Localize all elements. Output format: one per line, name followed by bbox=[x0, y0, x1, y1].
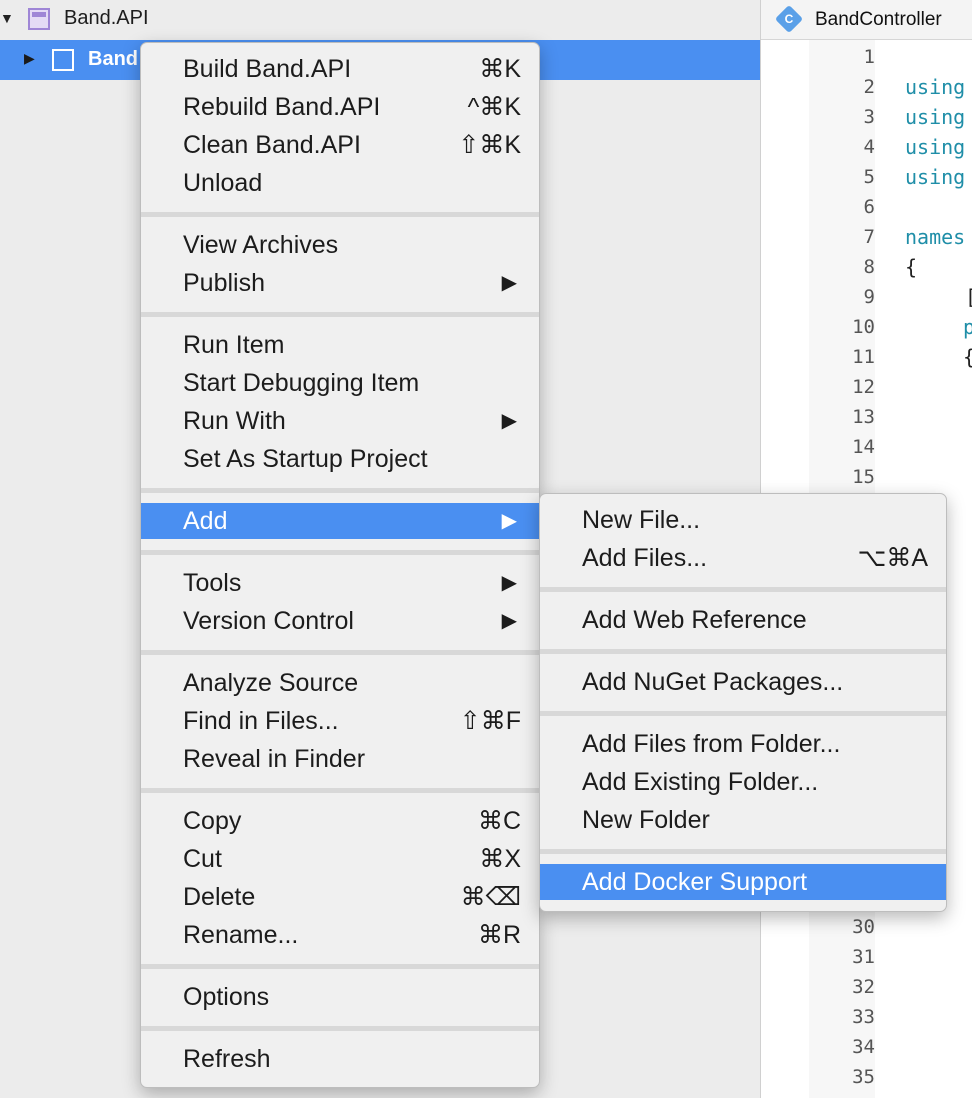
shortcut: ⇧⌘F bbox=[459, 707, 521, 735]
menu-item-unload[interactable]: Unload bbox=[141, 165, 539, 201]
submenu-item-new-folder[interactable]: New Folder bbox=[540, 802, 946, 838]
shortcut: ⌘X bbox=[479, 845, 521, 873]
menu-item-copy[interactable]: Copy ⌘C bbox=[141, 803, 539, 839]
shortcut: ⌘⌫ bbox=[460, 883, 521, 911]
menu-item-analyze-source[interactable]: Analyze Source bbox=[141, 665, 539, 701]
menu-item-run-item[interactable]: Run Item bbox=[141, 327, 539, 363]
line-number: 6 bbox=[863, 196, 875, 218]
menu-item-delete[interactable]: Delete ⌘⌫ bbox=[141, 879, 539, 915]
line-number: 1 bbox=[863, 46, 875, 68]
menu-separator bbox=[540, 711, 946, 716]
shortcut: ^⌘K bbox=[467, 93, 521, 121]
menu-item-cut[interactable]: Cut ⌘X bbox=[141, 841, 539, 877]
line-number: 7 bbox=[863, 226, 875, 248]
menu-item-publish[interactable]: Publish ▶ bbox=[141, 265, 539, 301]
menu-separator bbox=[540, 849, 946, 854]
menu-separator bbox=[141, 550, 539, 555]
menu-item-reveal-in-finder[interactable]: Reveal in Finder bbox=[141, 741, 539, 777]
shortcut: ⌥⌘A bbox=[857, 544, 928, 572]
add-submenu: New File... Add Files... ⌥⌘A Add Web Ref… bbox=[539, 493, 947, 912]
line-number: 3 bbox=[863, 106, 875, 128]
menu-item-rename[interactable]: Rename... ⌘R bbox=[141, 917, 539, 953]
line-number: 15 bbox=[852, 466, 875, 488]
line-number: 30 bbox=[852, 916, 875, 938]
menu-separator bbox=[141, 964, 539, 969]
menu-item-options[interactable]: Options bbox=[141, 979, 539, 1015]
line-number: 12 bbox=[852, 376, 875, 398]
submenu-arrow-icon: ▶ bbox=[501, 572, 517, 594]
submenu-arrow-icon: ▶ bbox=[501, 272, 517, 294]
shortcut: ⌘R bbox=[477, 921, 521, 949]
project-icon bbox=[52, 49, 74, 71]
disclosure-expanded-icon[interactable]: ▼ bbox=[0, 10, 14, 26]
menu-separator bbox=[540, 587, 946, 592]
code-line-4: using bbox=[905, 135, 966, 159]
menu-item-rebuild[interactable]: Rebuild Band.API ^⌘K bbox=[141, 89, 539, 125]
line-number: 32 bbox=[852, 976, 875, 998]
solution-icon bbox=[28, 8, 50, 30]
menu-item-set-startup[interactable]: Set As Startup Project bbox=[141, 441, 539, 477]
code-line-2: using bbox=[905, 75, 966, 99]
menu-item-tools[interactable]: Tools ▶ bbox=[141, 565, 539, 601]
csharp-file-icon: C bbox=[774, 4, 804, 34]
line-number: 33 bbox=[852, 1006, 875, 1028]
menu-item-start-debugging[interactable]: Start Debugging Item bbox=[141, 365, 539, 401]
submenu-arrow-icon: ▶ bbox=[501, 410, 517, 432]
project-label: Band bbox=[88, 48, 138, 70]
line-number: 34 bbox=[852, 1036, 875, 1058]
code-line-8: { bbox=[905, 255, 918, 279]
menu-separator bbox=[141, 788, 539, 793]
menu-item-version-control[interactable]: Version Control ▶ bbox=[141, 603, 539, 639]
disclosure-collapsed-icon[interactable]: ▶ bbox=[24, 50, 35, 67]
tree-row-solution[interactable]: ▼ Band.API bbox=[0, 0, 760, 40]
code-line-3: using bbox=[905, 105, 966, 129]
code-line-10: p bbox=[963, 315, 972, 339]
menu-separator bbox=[141, 212, 539, 217]
line-number: 13 bbox=[852, 406, 875, 428]
line-number: 14 bbox=[852, 436, 875, 458]
menu-item-refresh[interactable]: Refresh bbox=[141, 1041, 539, 1077]
code-line-11: { bbox=[963, 345, 972, 369]
shortcut: ⌘K bbox=[479, 55, 521, 83]
line-number: 11 bbox=[852, 346, 875, 368]
submenu-item-add-existing-folder[interactable]: Add Existing Folder... bbox=[540, 764, 946, 800]
menu-item-run-with[interactable]: Run With ▶ bbox=[141, 403, 539, 439]
submenu-item-add-files[interactable]: Add Files... ⌥⌘A bbox=[540, 540, 946, 576]
line-number: 4 bbox=[863, 136, 875, 158]
menu-item-find-in-files[interactable]: Find in Files... ⇧⌘F bbox=[141, 703, 539, 739]
line-number: 31 bbox=[852, 946, 875, 968]
code-line-5: using bbox=[905, 165, 966, 189]
submenu-arrow-icon: ▶ bbox=[501, 510, 517, 532]
line-number: 8 bbox=[863, 256, 875, 278]
submenu-item-add-web-reference[interactable]: Add Web Reference bbox=[540, 602, 946, 638]
menu-separator bbox=[141, 312, 539, 317]
line-number: 35 bbox=[852, 1066, 875, 1088]
menu-item-add[interactable]: Add ▶ bbox=[141, 503, 539, 539]
submenu-item-add-nuget[interactable]: Add NuGet Packages... bbox=[540, 664, 946, 700]
menu-item-clean[interactable]: Clean Band.API ⇧⌘K bbox=[141, 127, 539, 163]
project-context-menu: Build Band.API ⌘K Rebuild Band.API ^⌘K C… bbox=[140, 42, 540, 1088]
menu-separator bbox=[141, 1026, 539, 1031]
shortcut: ⌘C bbox=[477, 807, 521, 835]
shortcut: ⇧⌘K bbox=[458, 131, 521, 159]
code-line-7: names bbox=[905, 225, 966, 249]
editor-tab-title: BandController bbox=[815, 9, 942, 30]
line-number: 10 bbox=[852, 316, 875, 338]
menu-item-view-archives[interactable]: View Archives bbox=[141, 227, 539, 263]
submenu-item-add-files-from-folder[interactable]: Add Files from Folder... bbox=[540, 726, 946, 762]
editor-tab[interactable]: C BandController bbox=[761, 0, 972, 40]
menu-separator bbox=[540, 649, 946, 654]
line-number: 2 bbox=[863, 76, 875, 98]
line-number: 5 bbox=[863, 166, 875, 188]
menu-item-build[interactable]: Build Band.API ⌘K bbox=[141, 51, 539, 87]
line-number: 9 bbox=[863, 286, 875, 308]
menu-separator bbox=[141, 650, 539, 655]
submenu-item-add-docker-support[interactable]: Add Docker Support bbox=[540, 864, 946, 900]
menu-separator bbox=[141, 488, 539, 493]
submenu-arrow-icon: ▶ bbox=[501, 610, 517, 632]
solution-label: Band.API bbox=[64, 7, 149, 29]
submenu-item-new-file[interactable]: New File... bbox=[540, 502, 946, 538]
code-line-9: [ bbox=[965, 285, 972, 309]
